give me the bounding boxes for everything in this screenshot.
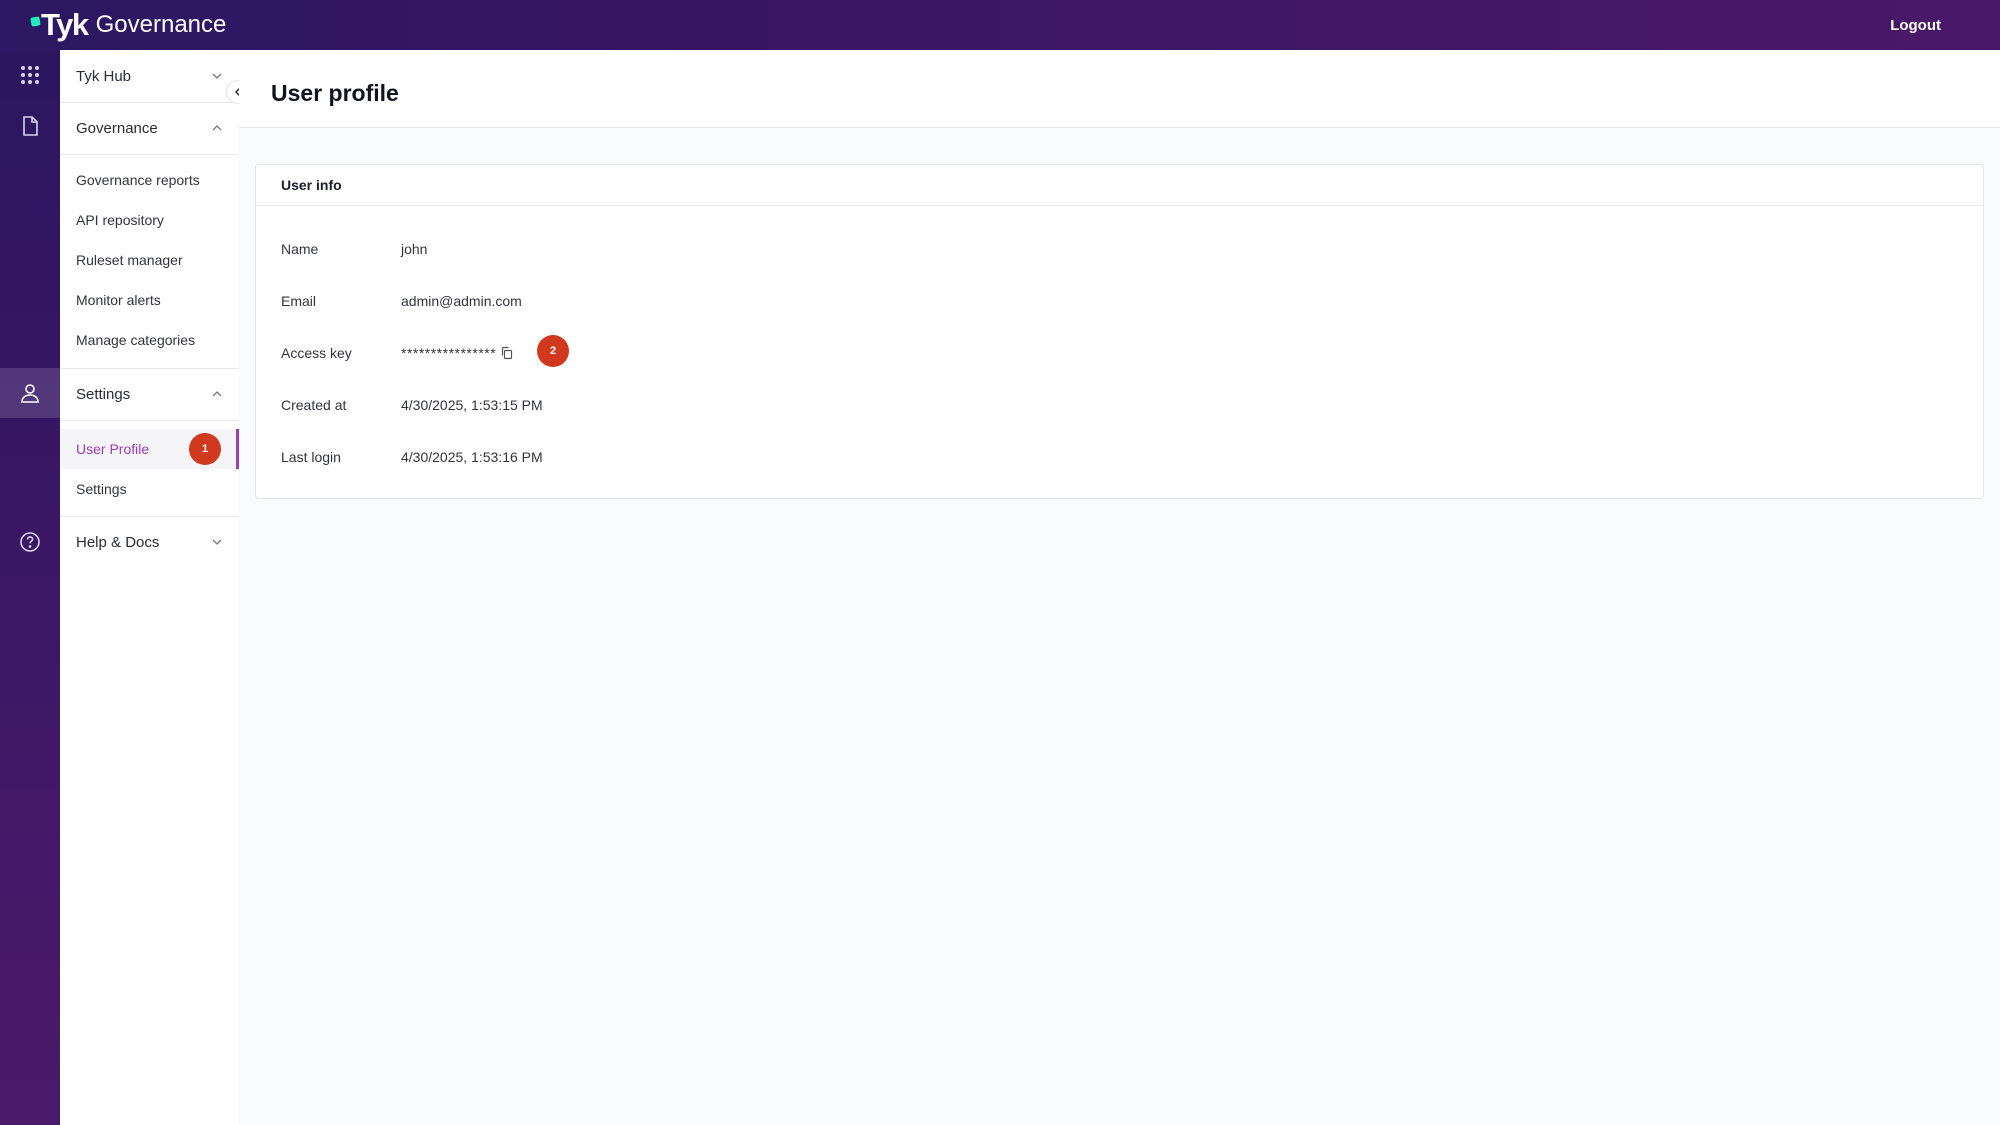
user-info-row-access-key: Access key **************** <box>281 343 514 363</box>
user-info-row-email: Email admin@admin.com <box>281 291 522 311</box>
sidebar-section-settings[interactable]: Settings <box>60 368 239 420</box>
tyk-governance-logo[interactable]: Tyk Governance <box>30 7 227 43</box>
user-info-card: User info Name john Email admin@admin.co… <box>255 164 1984 499</box>
sidebar-section-tyk-hub[interactable]: Tyk Hub <box>60 50 239 102</box>
top-bar: Tyk Governance Logout <box>0 0 2000 50</box>
field-label: Last login <box>281 449 341 465</box>
chevron-down-icon <box>212 73 222 79</box>
masked-key: **************** <box>401 345 497 361</box>
section-label: Help & Docs <box>76 533 160 551</box>
sidebar-item-settings[interactable]: Settings <box>60 469 239 509</box>
page-header: User profile <box>239 50 2000 128</box>
sidebar: Tyk Hub Governance Governance reports AP… <box>60 50 239 1125</box>
field-label: Name <box>281 241 319 257</box>
sidebar-item-monitor-alerts[interactable]: Monitor alerts <box>60 280 239 320</box>
sidebar-item-api-repository[interactable]: API repository <box>60 200 239 240</box>
apps-grid-icon <box>21 66 39 84</box>
logo-product: Governance <box>95 11 227 38</box>
section-label: Tyk Hub <box>76 67 132 85</box>
user-info-row-created-at: Created at 4/30/2025, 1:53:15 PM <box>281 395 543 415</box>
user-icon <box>21 384 39 403</box>
chevron-up-icon <box>212 391 222 397</box>
field-value: john <box>401 241 428 257</box>
field-value: admin@admin.com <box>401 293 522 309</box>
document-icon <box>23 116 38 136</box>
logout-button[interactable]: Logout <box>1890 17 1941 34</box>
logo-brand: Tyk <box>41 7 89 42</box>
access-key-value: **************** <box>401 345 514 361</box>
logo-mark <box>30 15 41 27</box>
chevron-up-icon <box>212 125 222 131</box>
sidebar-item-governance-reports[interactable]: Governance reports <box>60 160 239 200</box>
sidebar-section-governance[interactable]: Governance <box>60 102 239 154</box>
user-info-row-last-login: Last login 4/30/2025, 1:53:16 PM <box>281 447 543 467</box>
rail-settings-button[interactable] <box>0 368 60 418</box>
rail-help-button[interactable] <box>0 517 60 567</box>
step-badge-1: 1 <box>189 433 221 465</box>
divider <box>60 154 239 155</box>
rail-governance-button[interactable] <box>0 101 60 151</box>
rail-apps-button[interactable] <box>0 50 60 100</box>
field-label: Email <box>281 293 317 309</box>
field-value: 4/30/2025, 1:53:15 PM <box>401 397 543 413</box>
section-label: Governance <box>76 119 158 137</box>
field-label: Access key <box>281 345 352 361</box>
sidebar-item-ruleset-manager[interactable]: Ruleset manager <box>60 240 239 280</box>
sidebar-section-help-docs[interactable]: Help & Docs <box>60 516 239 568</box>
divider <box>60 420 239 421</box>
page-title: User profile <box>271 80 399 106</box>
chevron-down-icon <box>212 539 222 545</box>
field-value: 4/30/2025, 1:53:16 PM <box>401 449 543 465</box>
sidebar-item-manage-categories[interactable]: Manage categories <box>60 320 239 360</box>
card-title: User info <box>256 165 1983 206</box>
copy-icon[interactable] <box>500 346 514 360</box>
icon-rail <box>0 50 60 1125</box>
step-badge-2: 2 <box>537 335 569 367</box>
help-circle-icon <box>20 532 40 552</box>
section-label: Settings <box>76 385 131 403</box>
user-info-row-name: Name john <box>281 239 427 259</box>
field-label: Created at <box>281 397 347 413</box>
sidebar-item-label: User Profile <box>76 441 150 457</box>
